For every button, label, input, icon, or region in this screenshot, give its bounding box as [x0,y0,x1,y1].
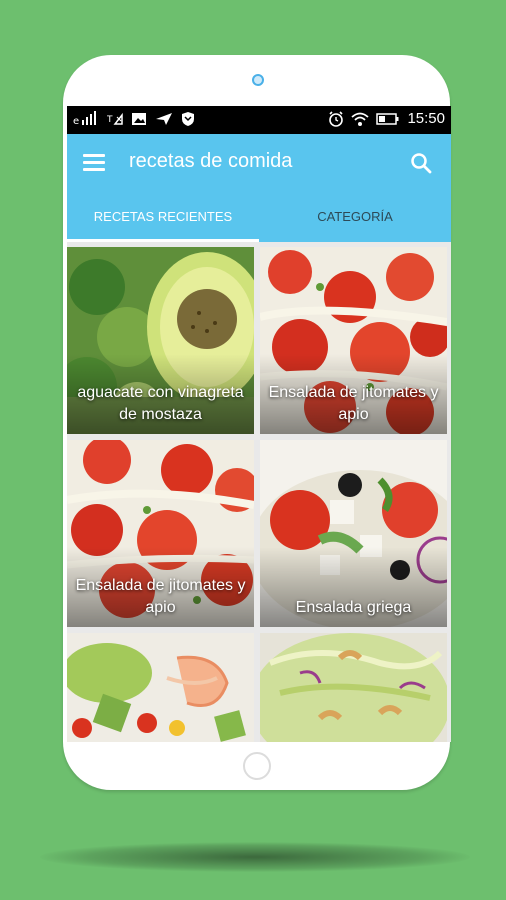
app-screen: e T 15:50 recetas de comida RECETAS RECI… [67,106,451,742]
svg-text:e: e [73,116,79,127]
front-camera [252,74,264,86]
send-icon [156,113,172,125]
wifi-icon [351,112,370,126]
hamburger-menu-icon[interactable] [83,154,105,172]
tab-recent-recipes[interactable]: RECETAS RECIENTES [67,192,259,242]
recipe-photo [260,633,447,742]
no-signal-icon: T [107,112,123,125]
recipe-title: Ensalada de jitomates y apio [268,384,439,423]
recipe-title: aguacate con vinagreta de mostaza [77,384,244,423]
recipe-card[interactable] [67,633,254,742]
phone-shadow [40,842,470,872]
alarm-icon [329,110,344,127]
recipe-title: Ensalada griega [295,599,412,616]
recipe-grid: aguacate con vinagreta de mostaza Ensala… [67,247,451,742]
tab-bar: RECETAS RECIENTES CATEGORÍA [67,192,451,242]
tab-selected-indicator [67,239,259,242]
recipe-card[interactable]: Ensalada de jitomates y apio [260,247,447,434]
recipe-card[interactable] [260,633,447,742]
svg-text:T: T [107,115,113,125]
recipe-title: Ensalada de jitomates y apio [75,577,246,616]
tab-category[interactable]: CATEGORÍA [259,192,451,242]
signal-icon: e [73,111,96,127]
recipe-photo [67,633,254,742]
recipe-card[interactable]: Ensalada de jitomates y apio [67,440,254,627]
app-title: recetas de comida [129,150,293,172]
image-icon [132,113,146,125]
battery-icon [376,112,399,125]
recipe-card[interactable]: Ensalada griega [260,440,447,627]
search-icon[interactable] [409,151,433,175]
status-bar: e T 15:50 [67,106,451,134]
shield-icon [182,112,194,126]
status-time: 15:50 [407,110,445,127]
recipe-card[interactable]: aguacate con vinagreta de mostaza [67,247,254,434]
home-button[interactable] [243,752,271,780]
app-toolbar: recetas de comida [67,134,451,192]
